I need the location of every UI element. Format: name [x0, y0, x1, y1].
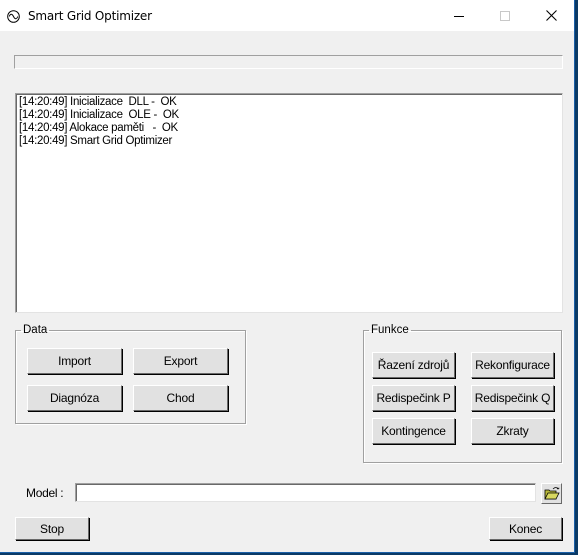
- minimize-icon: [454, 15, 464, 17]
- log-line: [14:20:49] Alokace paměti - OK: [19, 122, 178, 134]
- rekonfigurace-button[interactable]: Rekonfigurace: [471, 352, 554, 378]
- kontingence-button[interactable]: Kontingence: [372, 418, 455, 444]
- maximize-icon: [500, 10, 510, 21]
- maximize-button[interactable]: [482, 0, 528, 31]
- close-icon: [545, 10, 557, 21]
- stop-button[interactable]: Stop: [15, 517, 89, 540]
- model-label: Model :: [26, 486, 64, 500]
- window-title: Smart Grid Optimizer: [28, 9, 152, 23]
- diagnoza-button[interactable]: Diagnóza: [27, 385, 122, 411]
- log-output[interactable]: [14:20:49] Inicializace DLL - OK [14:20:…: [15, 93, 563, 313]
- progress-bar: [14, 55, 563, 69]
- redispecink-p-button[interactable]: Redispečink P: [372, 385, 455, 411]
- log-line: [14:20:49] Smart Grid Optimizer: [19, 135, 173, 147]
- close-button[interactable]: [528, 0, 574, 31]
- model-path-input[interactable]: [75, 483, 536, 502]
- konec-button[interactable]: Konec: [489, 517, 562, 540]
- zkraty-button[interactable]: Zkraty: [471, 418, 554, 444]
- browse-model-button[interactable]: [541, 483, 562, 504]
- sine-wave-icon: [7, 10, 20, 23]
- funkce-group-legend: Funkce: [371, 324, 409, 336]
- main-window: Smart Grid Optimizer [14:20:49] Iniciali…: [0, 0, 575, 553]
- minimize-button[interactable]: [436, 0, 482, 31]
- razeni-zdroju-button[interactable]: Řazení zdrojů: [372, 352, 455, 378]
- log-line: [14:20:49] Inicializace OLE - OK: [19, 109, 179, 121]
- title-bar[interactable]: Smart Grid Optimizer: [0, 0, 574, 31]
- export-button[interactable]: Export: [133, 348, 228, 374]
- data-group-legend: Data: [23, 324, 48, 336]
- log-line: [14:20:49] Inicializace DLL - OK: [19, 96, 177, 108]
- import-button[interactable]: Import: [27, 348, 122, 374]
- redispecink-q-button[interactable]: Redispečink Q: [471, 385, 554, 411]
- open-folder-icon: [543, 487, 560, 500]
- chod-button[interactable]: Chod: [133, 385, 228, 411]
